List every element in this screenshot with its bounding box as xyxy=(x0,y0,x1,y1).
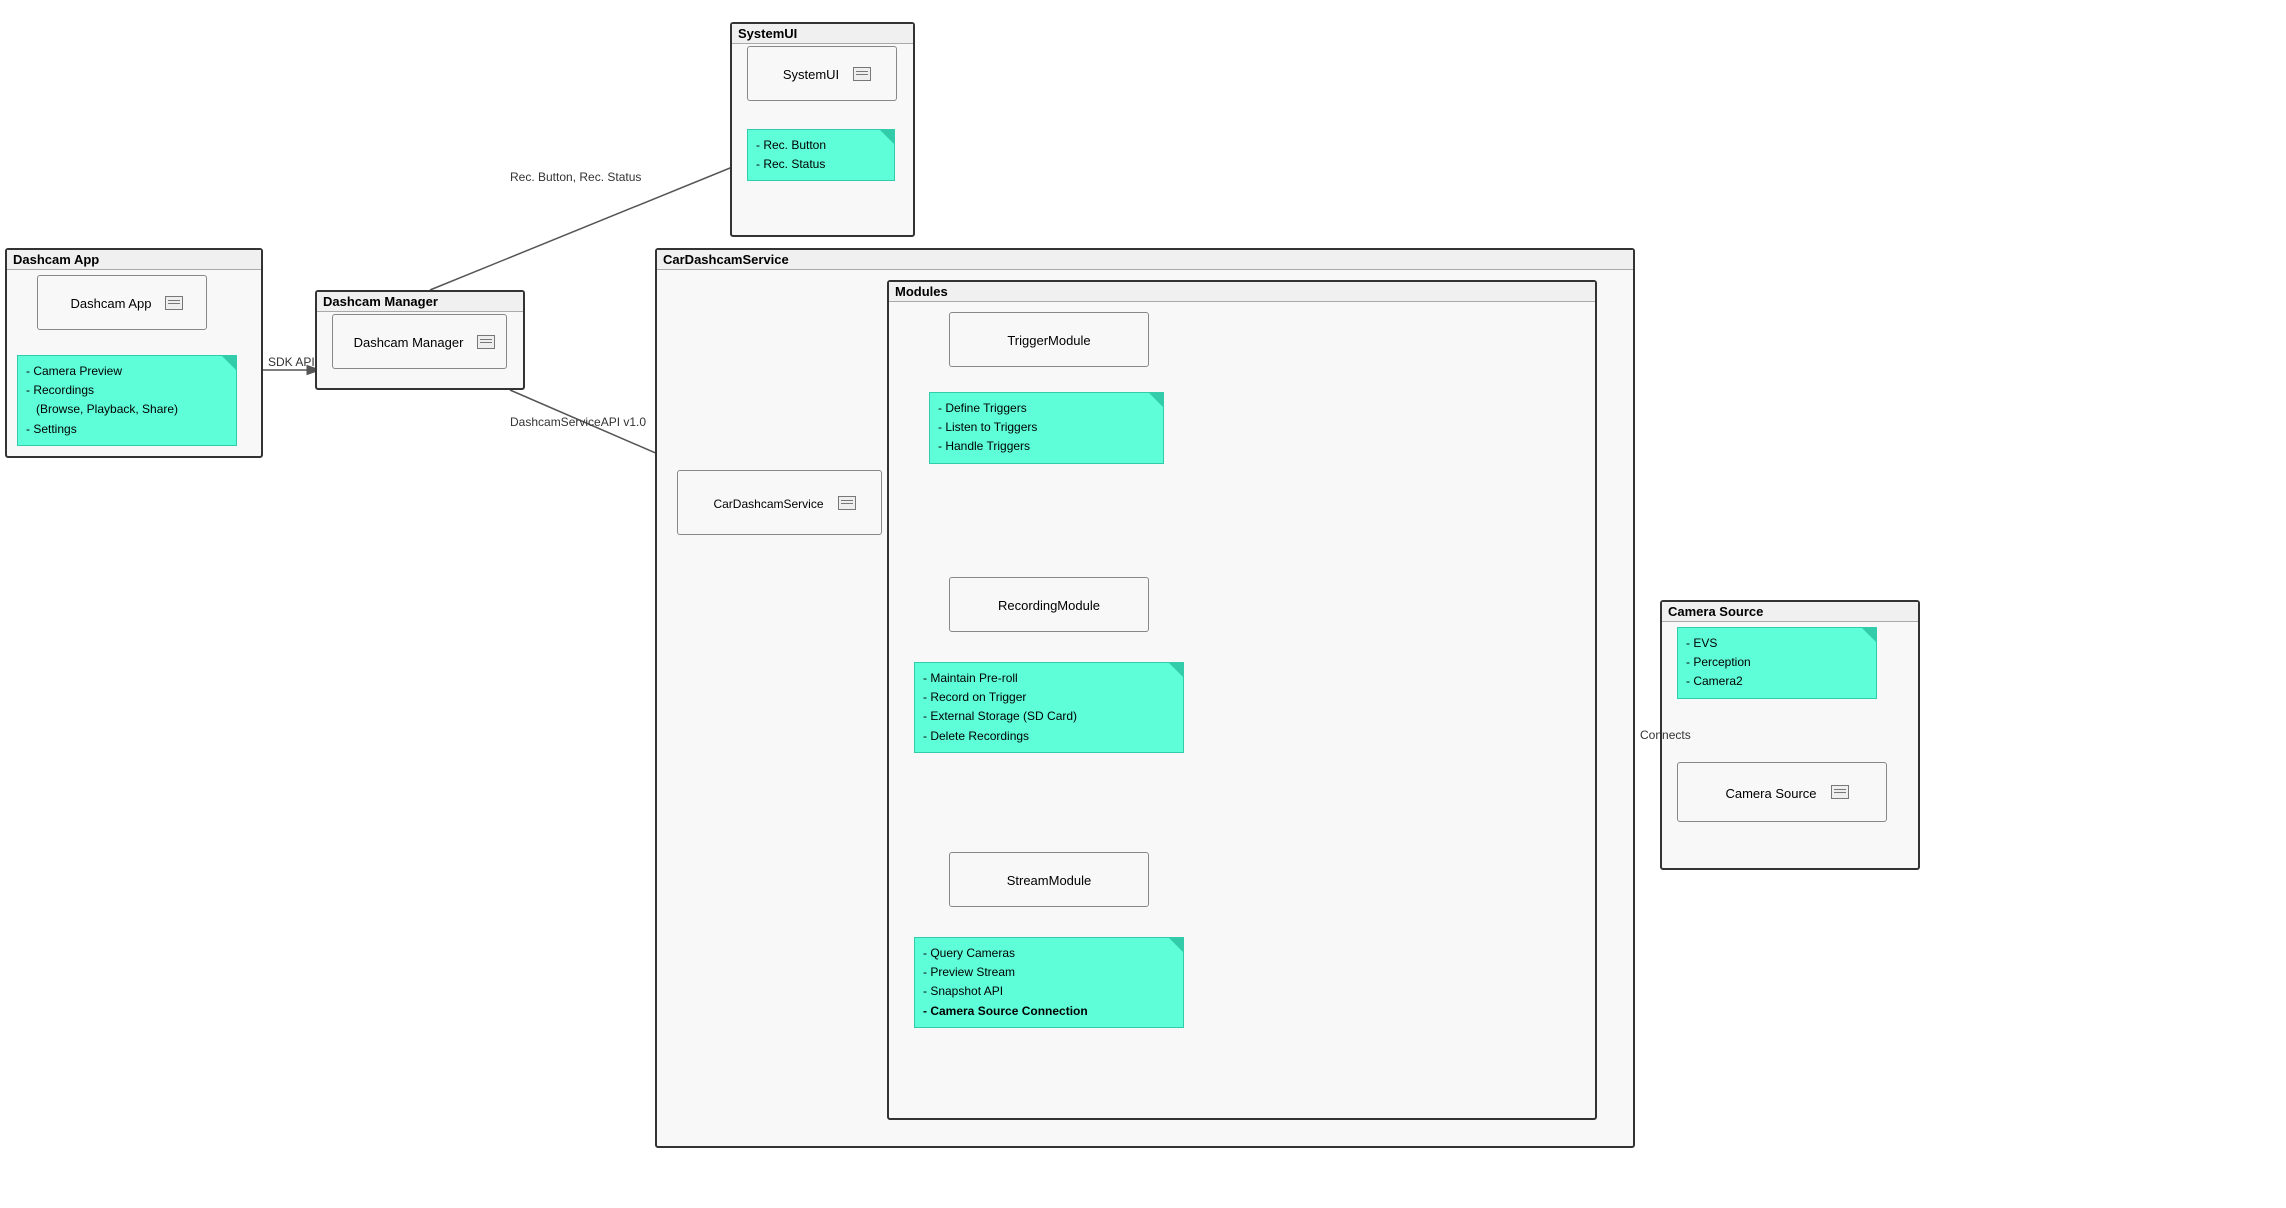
sdk-api-label: SDK API xyxy=(268,355,315,369)
recording-note-line4: - Delete Recordings xyxy=(923,727,1167,746)
recording-note-line3: - External Storage (SD Card) xyxy=(923,707,1167,726)
dashcam-app-note-line1: - Camera Preview xyxy=(26,362,220,381)
diagram-container: Dashcam App Dashcam App - Camera Preview… xyxy=(0,0,2286,1208)
recording-note: - Maintain Pre-roll - Record on Trigger … xyxy=(914,662,1184,753)
camera-source-inner-box: Camera Source xyxy=(1677,762,1887,822)
camera-source-outer-title: Camera Source xyxy=(1662,602,1918,622)
systemui-inner-box: SystemUI xyxy=(747,46,897,101)
recording-note-line1: - Maintain Pre-roll xyxy=(923,669,1167,688)
stream-note-line3: - Snapshot API xyxy=(923,982,1167,1001)
trigger-note: - Define Triggers - Listen to Triggers -… xyxy=(929,392,1164,464)
stereotype-icon-camera-source xyxy=(1831,785,1849,799)
camera-source-note-line1: - EVS xyxy=(1686,634,1860,653)
dashcam-manager-inner-title: Dashcam Manager xyxy=(344,329,474,354)
stream-module-box: StreamModule xyxy=(949,852,1149,907)
camera-source-outer: Camera Source - EVS - Perception - Camer… xyxy=(1660,600,1920,870)
camera-source-inner-title: Camera Source xyxy=(1715,780,1826,805)
trigger-note-line1: - Define Triggers xyxy=(938,399,1147,418)
dashcam-manager-outer-title: Dashcam Manager xyxy=(317,292,523,312)
systemui-note-line1: - Rec. Button xyxy=(756,136,878,155)
systemui-outer: SystemUI SystemUI - Rec. Button - Rec. S… xyxy=(730,22,915,237)
recording-module-box: RecordingModule xyxy=(949,577,1149,632)
stream-note-line4: - Camera Source Connection xyxy=(923,1002,1167,1021)
stereotype-icon-cardashcam xyxy=(838,496,856,510)
trigger-module-title: TriggerModule xyxy=(997,327,1100,352)
stereotype-icon-dashcam-manager xyxy=(477,335,495,349)
modules-outer: Modules TriggerModule - Define Triggers … xyxy=(887,280,1597,1120)
camera-source-note-line2: - Perception xyxy=(1686,653,1860,672)
dashcam-manager-outer: Dashcam Manager Dashcam Manager xyxy=(315,290,525,390)
dashcam-app-note-line2: - Recordings xyxy=(26,381,220,400)
cardashcam-outer: CarDashcamService Modules TriggerModule … xyxy=(655,248,1635,1148)
rec-button-label: Rec. Button, Rec. Status xyxy=(510,170,641,184)
stream-module-title: StreamModule xyxy=(997,867,1102,892)
cardashcam-outer-title: CarDashcamService xyxy=(657,250,1633,270)
dashcam-app-outer-title: Dashcam App xyxy=(7,250,261,270)
stream-note-line2: - Preview Stream xyxy=(923,963,1167,982)
trigger-note-line3: - Handle Triggers xyxy=(938,437,1147,456)
dashcam-app-inner-title: Dashcam App xyxy=(61,290,162,315)
trigger-note-line2: - Listen to Triggers xyxy=(938,418,1147,437)
stereotype-icon-dashcam-app xyxy=(165,296,183,310)
dashcam-app-outer: Dashcam App Dashcam App - Camera Preview… xyxy=(5,248,263,458)
dashcam-app-note-line3: (Browse, Playback, Share) xyxy=(26,400,220,419)
dashcam-manager-inner-box: Dashcam Manager xyxy=(332,314,507,369)
recording-note-line2: - Record on Trigger xyxy=(923,688,1167,707)
cardashcam-inner-box: CarDashcamService xyxy=(677,470,882,535)
dashcam-app-note-line4: - Settings xyxy=(26,420,220,439)
stream-note-line1: - Query Cameras xyxy=(923,944,1167,963)
stream-note: - Query Cameras - Preview Stream - Snaps… xyxy=(914,937,1184,1028)
modules-outer-title: Modules xyxy=(889,282,1595,302)
systemui-inner-title: SystemUI xyxy=(773,61,849,86)
systemui-note: - Rec. Button - Rec. Status xyxy=(747,129,895,181)
dashcam-service-api-label: DashcamServiceAPI v1.0 xyxy=(510,415,646,429)
systemui-outer-title: SystemUI xyxy=(732,24,913,44)
recording-module-title: RecordingModule xyxy=(988,592,1110,617)
connects-label: Connects xyxy=(1640,728,1691,742)
trigger-module-box: TriggerModule xyxy=(949,312,1149,367)
systemui-note-line2: - Rec. Status xyxy=(756,155,878,174)
dashcam-app-inner-box: Dashcam App xyxy=(37,275,207,330)
camera-source-note: - EVS - Perception - Camera2 xyxy=(1677,627,1877,699)
dashcam-app-note: - Camera Preview - Recordings (Browse, P… xyxy=(17,355,237,446)
camera-source-note-line3: - Camera2 xyxy=(1686,672,1860,691)
cardashcam-inner-title: CarDashcamService xyxy=(703,491,833,515)
stereotype-icon-systemui xyxy=(853,67,871,81)
